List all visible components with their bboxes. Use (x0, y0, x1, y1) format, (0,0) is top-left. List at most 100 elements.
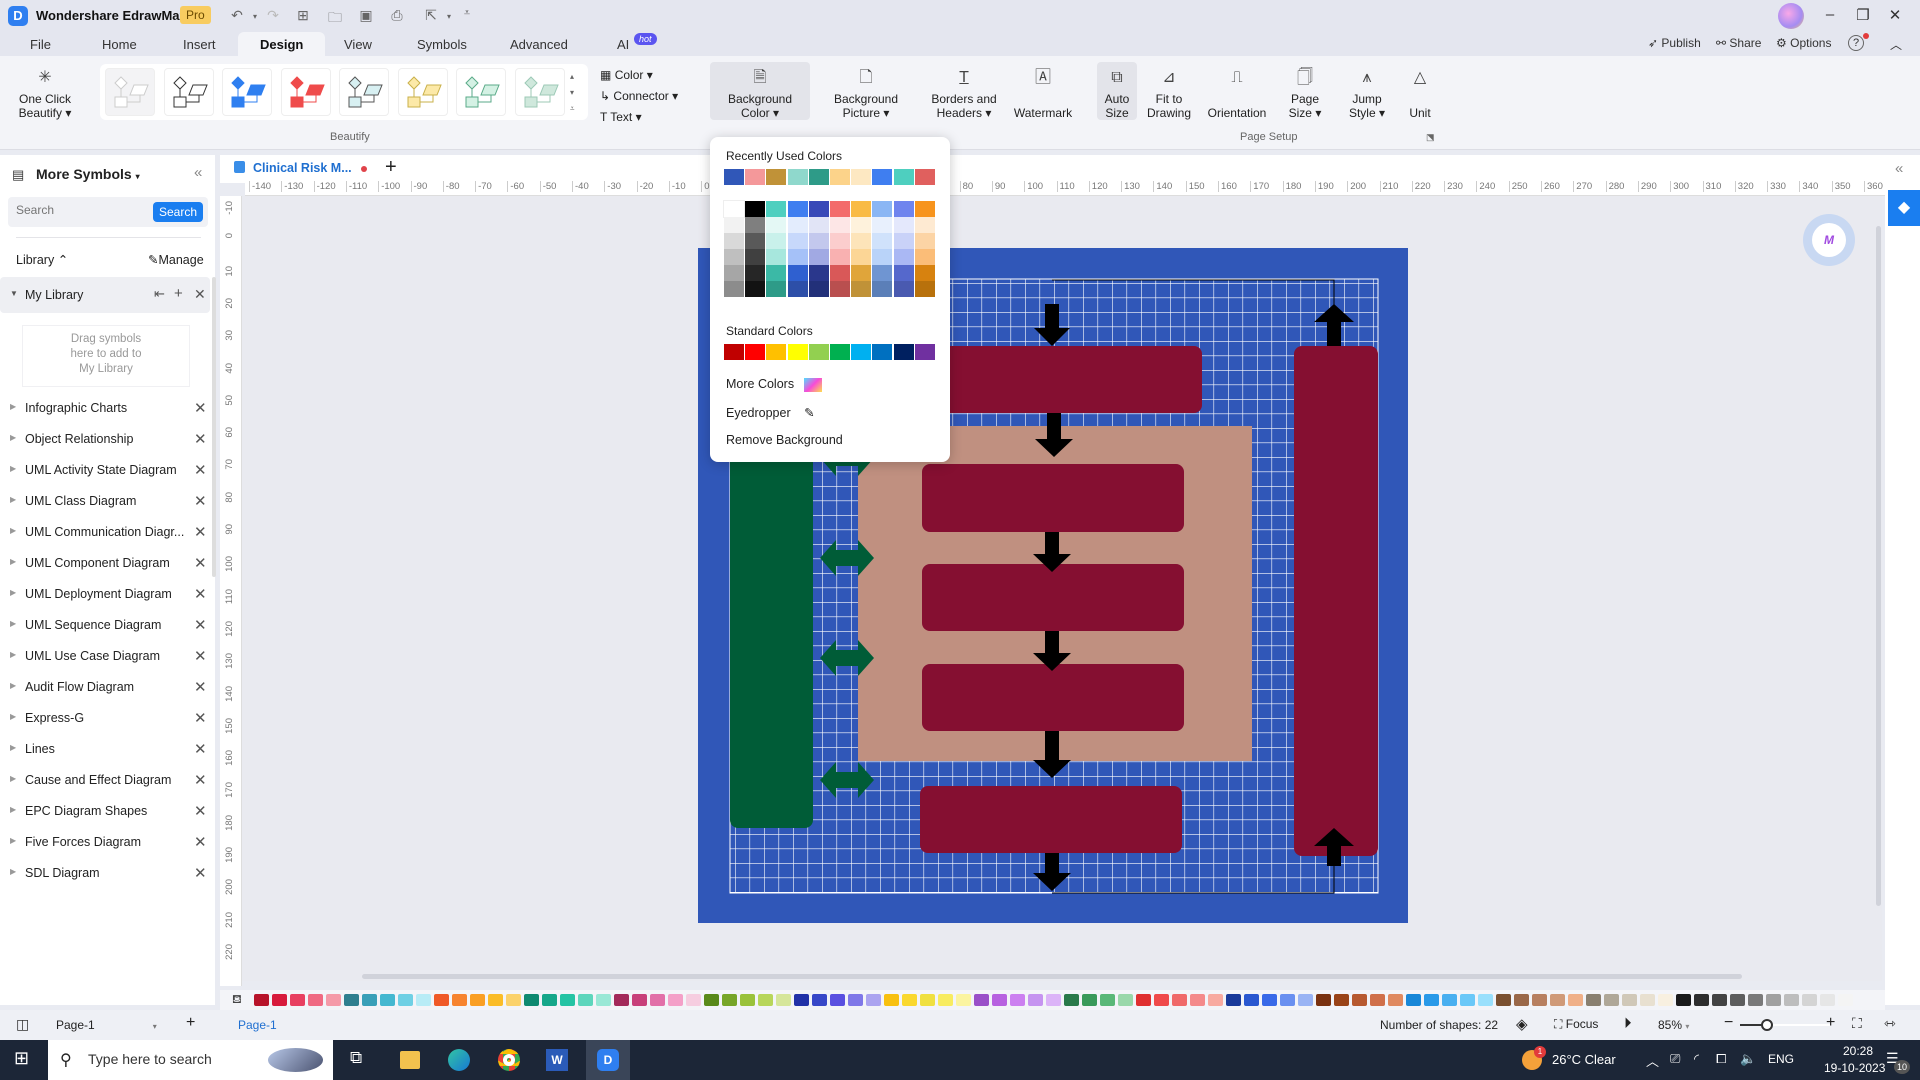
theme-shade-swatch[interactable] (872, 281, 893, 297)
recent-color-swatch[interactable] (893, 169, 914, 185)
palette-swatch[interactable] (1352, 994, 1367, 1006)
standard-color-swatch[interactable] (766, 344, 787, 360)
save-icon[interactable]: ▣ (355, 7, 377, 24)
palette-swatch[interactable] (830, 994, 845, 1006)
gallery-scroll[interactable]: ▴ ▾ ⩡ (570, 69, 575, 117)
zoom-in-icon[interactable]: + (1826, 1014, 1835, 1032)
close-library-icon[interactable]: ✕ (194, 430, 207, 448)
manage-button[interactable]: ✎Manage (148, 252, 204, 267)
zoom-out-icon[interactable]: − (1724, 1014, 1733, 1032)
menu-advanced[interactable]: Advanced (502, 35, 576, 54)
theme-color-swatch[interactable] (766, 201, 787, 217)
jump-style-button[interactable]: ⩚ Jump Style ▾ (1342, 68, 1392, 120)
recent-color-swatch[interactable] (872, 169, 893, 185)
palette-swatch[interactable] (758, 994, 773, 1006)
palette-swatch[interactable] (1442, 994, 1457, 1006)
open-folder-icon[interactable]: 🗀 (324, 7, 346, 31)
theme-shade-swatch[interactable] (914, 281, 935, 297)
theme-shade-swatch[interactable] (851, 265, 872, 281)
recent-color-swatch[interactable] (787, 169, 808, 185)
theme-color-swatch[interactable] (723, 200, 745, 218)
process-box[interactable] (922, 664, 1184, 731)
palette-swatch[interactable] (362, 994, 377, 1006)
palette-swatch[interactable] (1532, 994, 1547, 1006)
close-library-icon[interactable]: ✕ (194, 802, 207, 820)
theme-shade-swatch[interactable] (914, 233, 935, 249)
standard-color-swatch[interactable] (851, 344, 872, 360)
close-library-icon[interactable]: ✕ (194, 616, 207, 634)
theme-shade-swatch[interactable] (914, 265, 935, 281)
palette-swatch[interactable] (794, 994, 809, 1006)
palette-swatch[interactable] (1784, 994, 1799, 1006)
clock-date[interactable]: 19-10-2023 (1824, 1061, 1885, 1075)
theme-shade-swatch[interactable] (872, 249, 893, 265)
language-indicator[interactable]: ENG (1768, 1052, 1794, 1066)
palette-swatch[interactable] (614, 994, 629, 1006)
restore-icon[interactable]: ❐ (1848, 6, 1878, 24)
palette-swatch[interactable] (398, 994, 413, 1006)
process-box[interactable] (922, 564, 1184, 631)
zoom-dropdown[interactable]: 85% ▾ (1658, 1018, 1689, 1032)
close-library-icon[interactable]: ✕ (194, 554, 207, 572)
connector-button[interactable]: ↳ Connector ▾ (600, 89, 678, 103)
horizontal-scrollbar[interactable] (362, 974, 1742, 979)
palette-swatch[interactable] (272, 994, 287, 1006)
collapse-ribbon-icon[interactable]: ︿ (1890, 36, 1902, 53)
theme-shade-swatch[interactable] (724, 265, 744, 281)
palette-swatch[interactable] (470, 994, 485, 1006)
theme-color-swatch[interactable] (830, 201, 850, 217)
palette-swatch[interactable] (1118, 994, 1133, 1006)
side-bar-right[interactable] (1294, 346, 1378, 856)
palette-swatch[interactable] (1766, 994, 1781, 1006)
theme-shade-swatch[interactable] (830, 217, 850, 233)
remove-background-item[interactable]: Remove Background (726, 433, 843, 447)
fit-to-drawing-button[interactable]: ⊿ Fit to Drawing (1142, 68, 1196, 120)
close-library-icon[interactable]: ✕ (194, 740, 207, 758)
palette-swatch[interactable] (380, 994, 395, 1006)
standard-color-swatch[interactable] (745, 344, 766, 360)
wifi-icon[interactable]: ◜ (1694, 1051, 1699, 1067)
theme-shade-swatch[interactable] (724, 233, 744, 249)
beautify-style-thumb[interactable] (163, 68, 214, 116)
palette-swatch[interactable] (1658, 994, 1673, 1006)
close-library-icon[interactable]: ✕ (194, 864, 207, 882)
palette-swatch[interactable] (596, 994, 611, 1006)
palette-swatch[interactable] (1496, 994, 1511, 1006)
task-view-icon[interactable]: ⧉ (350, 1048, 362, 1068)
palette-swatch[interactable] (902, 994, 917, 1006)
palette-swatch[interactable] (1208, 994, 1223, 1006)
palette-swatch[interactable] (1586, 994, 1601, 1006)
palette-swatch[interactable] (632, 994, 647, 1006)
beautify-style-thumb[interactable] (280, 68, 331, 116)
theme-shade-swatch[interactable] (724, 249, 744, 265)
new-page-icon[interactable]: ⊞ (292, 7, 314, 24)
meet-icon[interactable]: ⎚ (1670, 1051, 1680, 1067)
close-library-icon[interactable]: ✕ (194, 461, 207, 479)
palette-swatch[interactable] (812, 994, 827, 1006)
palette-swatch[interactable] (1010, 994, 1025, 1006)
theme-shade-swatch[interactable] (830, 249, 850, 265)
recent-color-swatch[interactable] (724, 169, 744, 185)
palette-swatch[interactable] (434, 994, 449, 1006)
theme-shade-swatch[interactable] (851, 217, 872, 233)
text-button[interactable]: T Text ▾ (600, 110, 642, 124)
theme-shade-swatch[interactable] (787, 249, 808, 265)
beautify-style-thumb[interactable] (397, 68, 448, 116)
background-picture-button[interactable]: 🗋 Background Picture ▾ (818, 68, 914, 120)
palette-swatch[interactable] (1622, 994, 1637, 1006)
palette-swatch[interactable] (1190, 994, 1205, 1006)
vertical-scrollbar[interactable] (1876, 226, 1881, 906)
library-toggle[interactable]: Library ⌃ (16, 252, 68, 267)
palette-swatch[interactable] (848, 994, 863, 1006)
volume-icon[interactable]: 🔈 (1740, 1051, 1756, 1067)
edrawmax-taskbar-button[interactable]: D (586, 1040, 630, 1080)
menu-insert[interactable]: Insert (175, 35, 224, 54)
close-library-icon[interactable]: ✕ (194, 399, 207, 417)
palette-swatch[interactable] (1802, 994, 1817, 1006)
theme-shade-swatch[interactable] (914, 249, 935, 265)
recent-color-swatch[interactable] (830, 169, 850, 185)
palette-swatch[interactable] (326, 994, 341, 1006)
close-library-icon[interactable]: ✕ (194, 833, 207, 851)
theme-shade-swatch[interactable] (745, 217, 766, 233)
chrome-icon[interactable] (498, 1049, 520, 1071)
